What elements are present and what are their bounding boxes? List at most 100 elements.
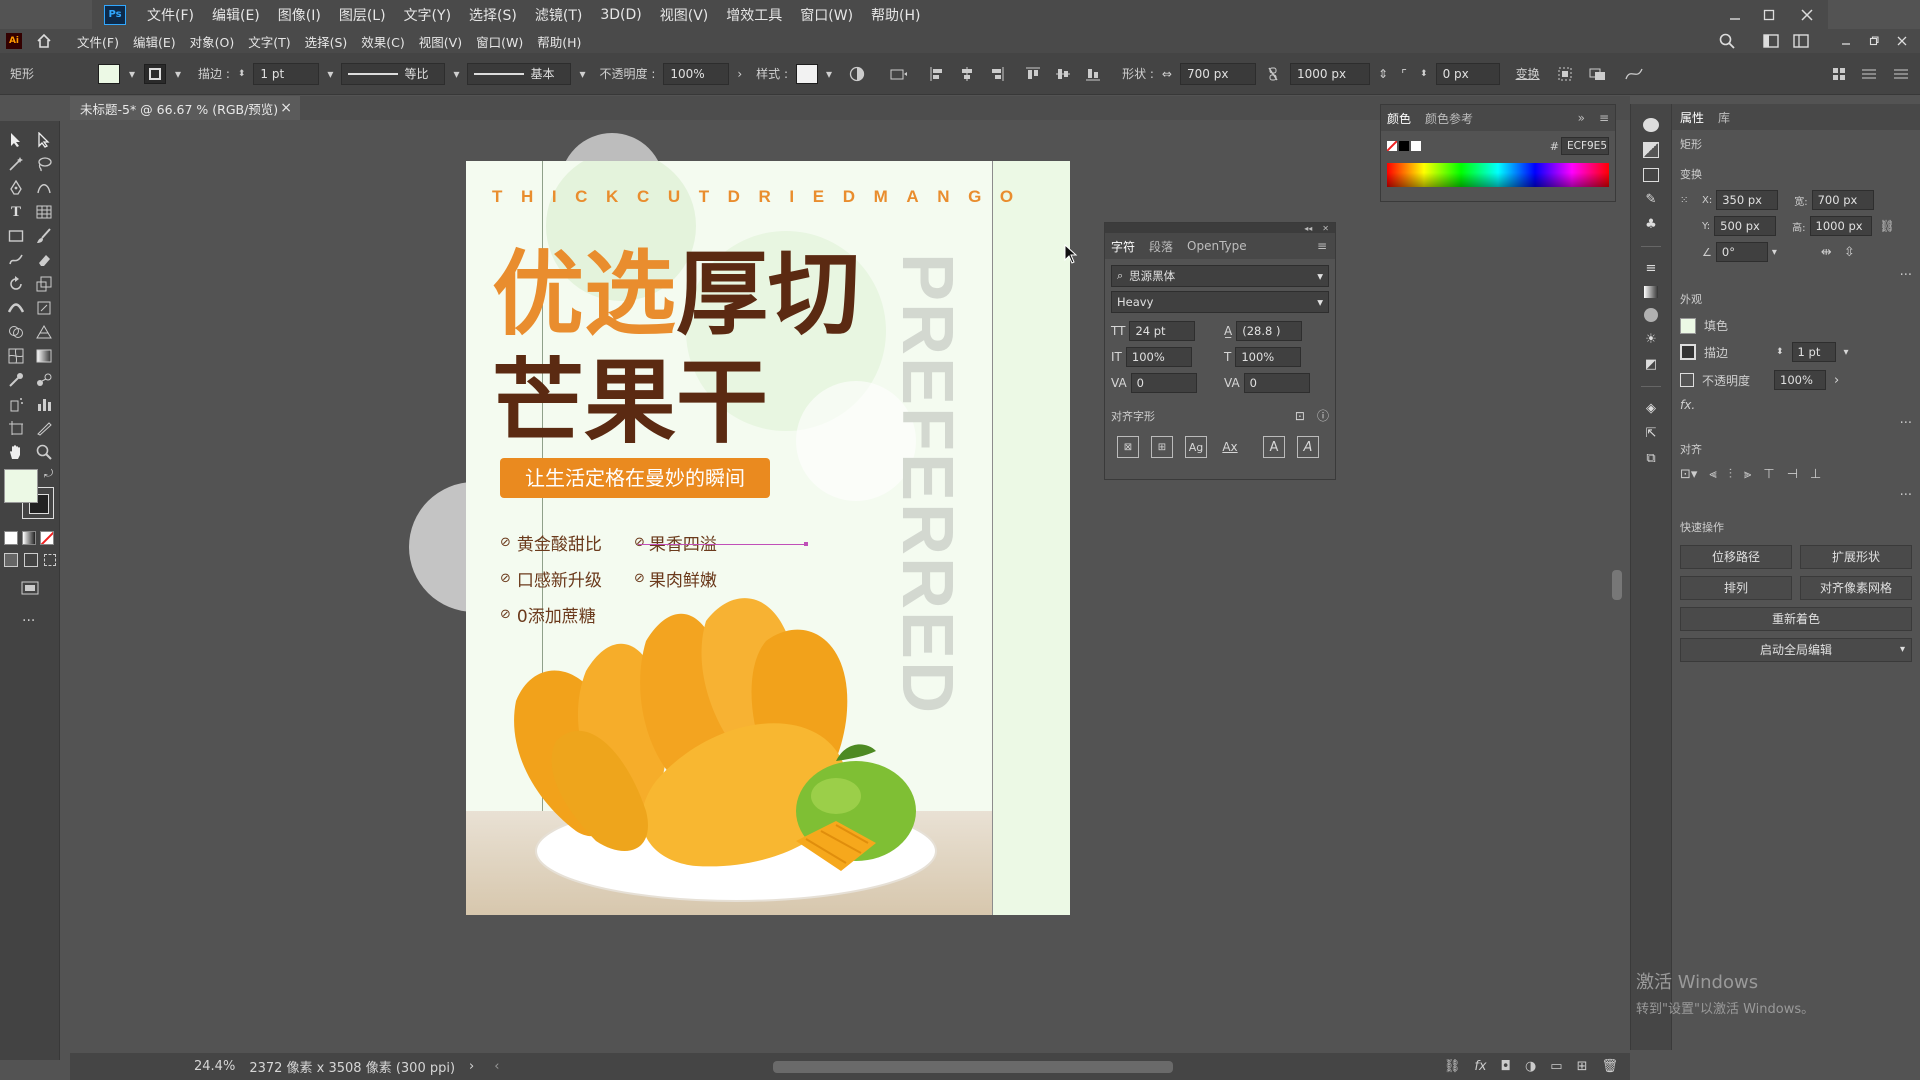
ps-menu-help[interactable]: 帮助(H) [862, 5, 929, 25]
color-guide-icon[interactable] [1643, 142, 1659, 158]
folder-icon[interactable]: ▭ [1550, 1059, 1562, 1074]
color-mode-icon[interactable] [4, 531, 18, 545]
align-left-icon[interactable]: ⫷ [1709, 467, 1716, 482]
align-glyph-bounds-icon[interactable]: Ag [1185, 436, 1207, 458]
appearance-icon[interactable]: ☀ [1645, 332, 1657, 347]
symbol-sprayer-tool-icon[interactable] [4, 393, 28, 415]
arrange-documents-icon[interactable] [1786, 31, 1816, 51]
none-mode-icon[interactable] [40, 531, 54, 545]
ps-menu-image[interactable]: 图像(I) [269, 5, 330, 25]
swap-fill-stroke-icon[interactable]: ⤾ [44, 467, 53, 481]
align-right-icon[interactable] [986, 66, 1008, 81]
more-appearance-icon[interactable]: ··· [1680, 416, 1912, 431]
align-vcenter-icon[interactable]: ⊣ [1787, 467, 1798, 482]
chevron-right-icon[interactable]: › [469, 1059, 474, 1074]
chevron-left-icon[interactable]: ‹ [494, 1059, 499, 1074]
angle-field[interactable]: 0° [1715, 242, 1768, 262]
rotate-tool-icon[interactable] [4, 273, 28, 295]
new-layer-icon[interactable]: ⊞ [1577, 1059, 1588, 1074]
ps-menu-edit[interactable]: 编辑(E) [203, 5, 269, 25]
chevron-right-icon[interactable]: › [737, 67, 742, 81]
stepper-icon[interactable]: ⬍ [238, 69, 246, 79]
chevron-down-icon[interactable]: ▾ [174, 67, 182, 81]
align-to-icon[interactable] [886, 67, 912, 81]
font-style-select[interactable]: Heavy ▾ [1111, 291, 1329, 313]
maximize-icon[interactable] [1752, 3, 1786, 27]
export-icon[interactable]: ⇱ [1646, 426, 1657, 441]
gradient-tool-icon[interactable] [32, 345, 56, 367]
chevron-down-icon[interactable]: ▾ [579, 67, 585, 81]
flip-horizontal-icon[interactable]: ⇹ [1821, 245, 1832, 260]
tab-character[interactable]: 字符 [1111, 238, 1135, 255]
search-icon[interactable] [1712, 31, 1742, 51]
ai-menu-object[interactable]: 对象(O) [183, 32, 242, 51]
transform-link[interactable]: 变换 [1516, 65, 1540, 82]
chevron-down-icon[interactable]: ▾ [128, 67, 136, 81]
adjustment-icon[interactable]: ◑ [1525, 1059, 1536, 1074]
perspective-grid-tool-icon[interactable] [32, 321, 56, 343]
collapse-icon[interactable]: ◂◂ [1304, 224, 1312, 233]
global-edit-button[interactable]: 启动全局编辑 ▾ [1680, 638, 1912, 662]
stroke-weight-field[interactable]: 1 pt [1791, 342, 1836, 362]
transparency-icon[interactable] [1644, 308, 1658, 322]
ai-menu-select[interactable]: 选择(S) [298, 32, 355, 51]
panel-menu-icon[interactable]: ≡ [1599, 111, 1609, 125]
isolate-icon[interactable] [1554, 67, 1576, 81]
zoom-level[interactable]: 24.4% [194, 1059, 235, 1074]
fx-button[interactable]: fx. [1680, 398, 1912, 412]
brushes-icon[interactable]: ✎ [1646, 192, 1657, 207]
chevron-down-icon[interactable]: ▾ [1844, 347, 1849, 358]
ps-menu-window[interactable]: 窗口(W) [791, 5, 862, 25]
fill-stroke-widget[interactable]: ⤾ [4, 467, 56, 521]
ai-close-icon[interactable] [1888, 31, 1916, 51]
chevron-down-icon[interactable]: ▾ [1772, 247, 1777, 258]
selection-tool-icon[interactable] [4, 129, 28, 151]
ps-menu-filter[interactable]: 滤镜(T) [526, 5, 591, 25]
corner-radius-field[interactable]: 0 px [1435, 62, 1500, 85]
fill-swatch[interactable] [1680, 317, 1696, 334]
grid-icon[interactable] [1828, 67, 1850, 80]
tab-properties[interactable]: 属性 [1680, 109, 1704, 126]
blend-tool-icon[interactable] [32, 369, 56, 391]
type-tool-icon[interactable]: T [4, 201, 28, 223]
shape-width-field[interactable]: 700 px [1179, 62, 1256, 85]
ai-menu-help[interactable]: 帮助(H) [530, 32, 588, 51]
chevron-down-icon[interactable]: ▾ [327, 67, 333, 81]
layers-icon[interactable]: ◈ [1646, 401, 1656, 416]
close-icon[interactable] [1786, 3, 1828, 27]
ps-menu-view[interactable]: 视图(V) [651, 5, 718, 25]
column-graph-tool-icon[interactable] [32, 393, 56, 415]
gradient-mode-icon[interactable] [22, 531, 36, 545]
none-swatch[interactable] [1387, 141, 1397, 151]
chevron-down-icon[interactable]: ▾ [453, 67, 459, 81]
path-icon[interactable] [1620, 67, 1648, 81]
ai-menu-effect[interactable]: 效果(C) [354, 32, 411, 51]
flip-vertical-icon[interactable]: ⇳ [1844, 245, 1855, 260]
align-top-icon[interactable] [1022, 67, 1044, 81]
align-hcenter-icon[interactable]: ⫶ [1729, 467, 1732, 482]
shaper-tool-icon[interactable] [4, 249, 28, 271]
graphic-style-swatch[interactable] [796, 63, 819, 84]
info-icon[interactable]: ⓘ [1317, 407, 1329, 424]
zoom-tool-icon[interactable] [32, 441, 56, 463]
offset-path-button[interactable]: 位移路径 [1680, 545, 1792, 569]
selected-path-line[interactable] [638, 544, 806, 545]
minimize-icon[interactable] [1718, 3, 1752, 27]
stroke-weight-field[interactable]: 1 pt [253, 62, 320, 85]
variable-width-profile[interactable]: 等比 [341, 62, 446, 85]
symbols-icon[interactable]: ♣ [1645, 217, 1657, 232]
tab-opentype[interactable]: OpenType [1187, 239, 1247, 253]
font-size-field[interactable]: 24 pt [1129, 321, 1196, 341]
ps-menu-plugins[interactable]: 增效工具 [717, 5, 791, 25]
chevron-down-icon[interactable]: ▾ [1900, 639, 1905, 661]
tracking-field[interactable]: 0 [1243, 373, 1310, 393]
w-field[interactable]: 700 px [1811, 190, 1874, 210]
more-align-icon[interactable]: ··· [1680, 488, 1912, 503]
opacity-field[interactable]: 100% [1774, 370, 1826, 390]
expand-shape-button[interactable]: 扩展形状 [1800, 545, 1912, 569]
ai-menu-edit[interactable]: 编辑(E) [126, 32, 183, 51]
fill-color-box[interactable] [4, 469, 38, 503]
direct-selection-tool-icon[interactable] [32, 129, 56, 151]
stroke-swatch[interactable] [1680, 344, 1696, 360]
more-options-icon[interactable] [1888, 68, 1914, 80]
